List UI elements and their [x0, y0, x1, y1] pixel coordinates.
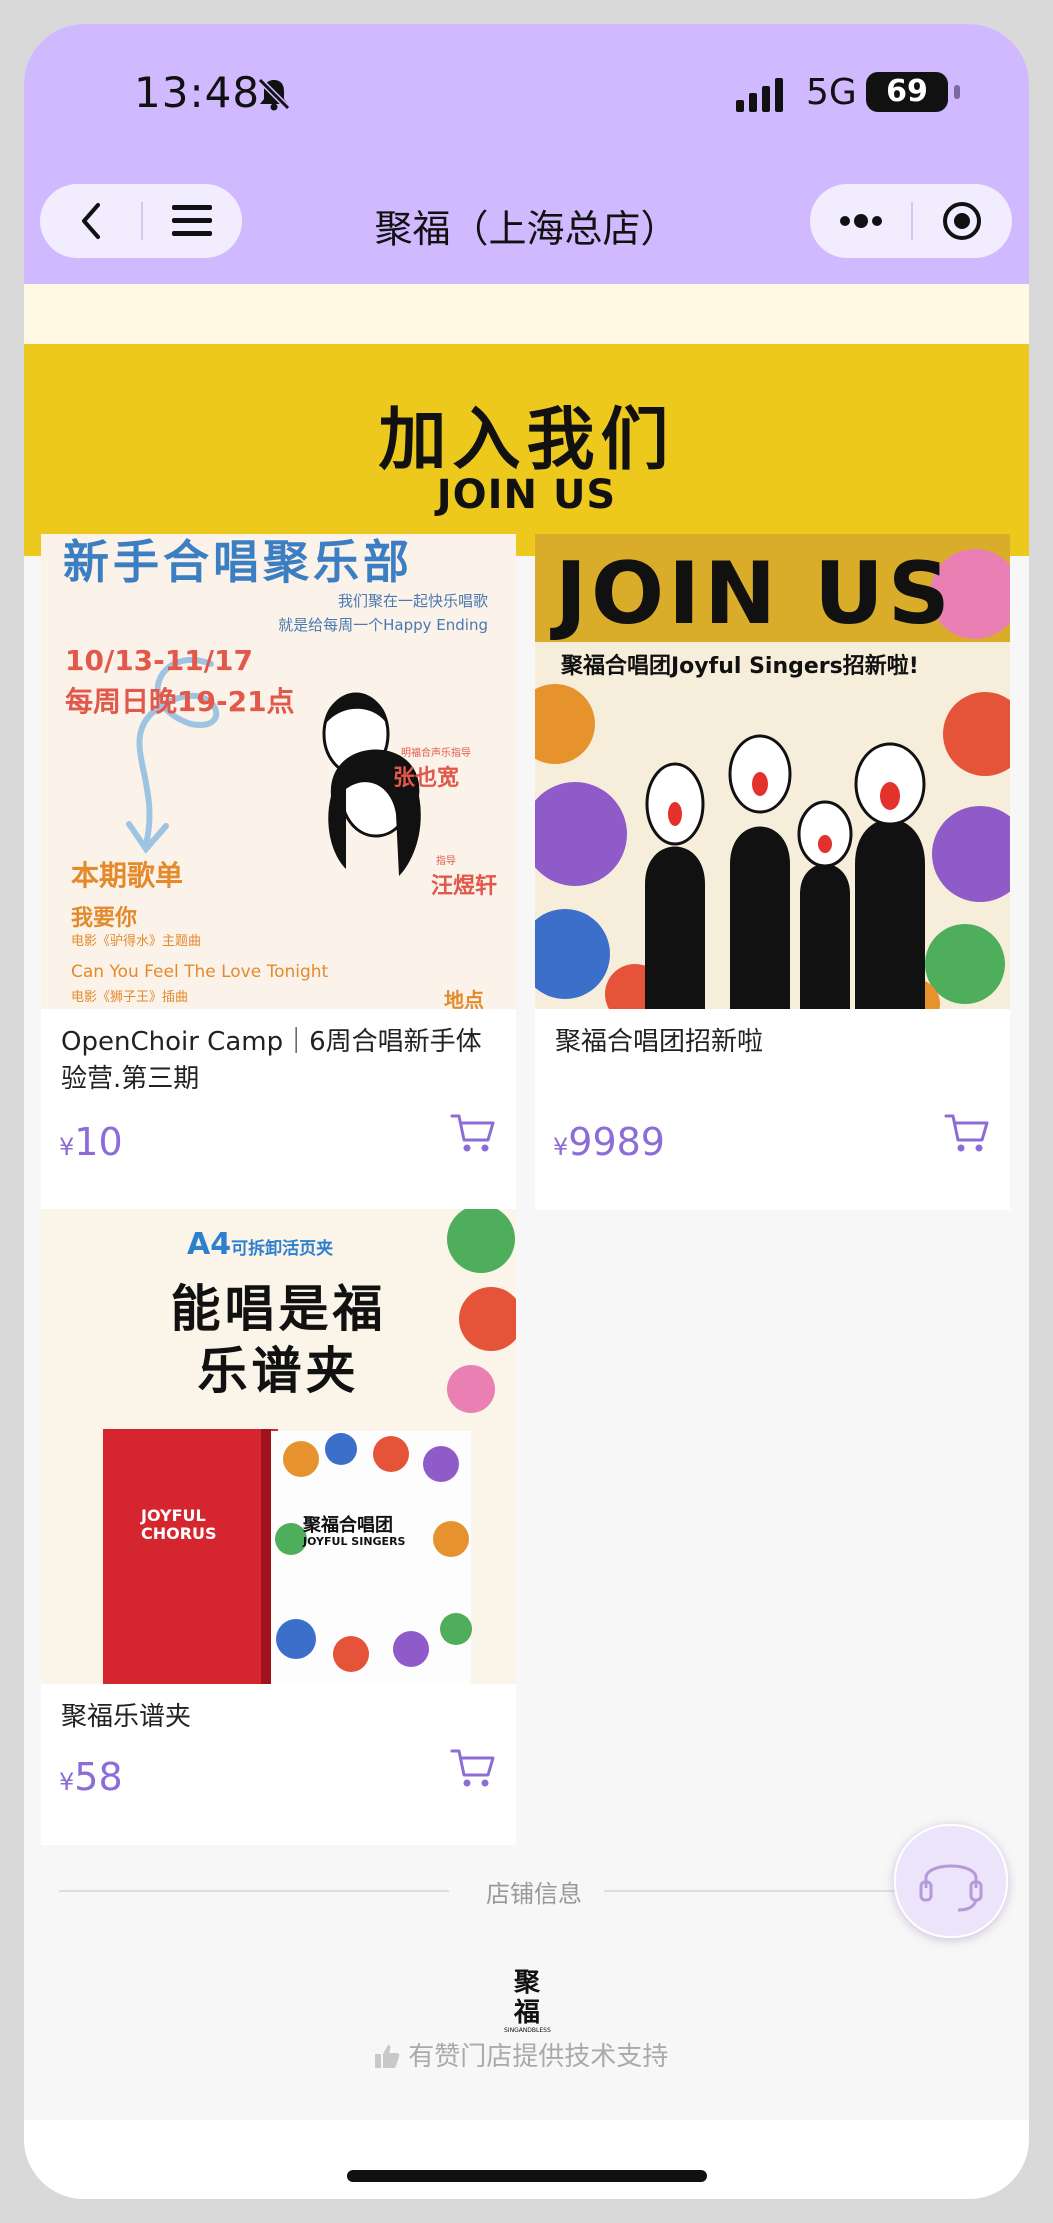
- product-price: ¥58: [59, 1755, 123, 1799]
- currency-symbol: ¥: [59, 1768, 75, 1796]
- hamburger-icon: [171, 205, 212, 236]
- folder-right-zh: 聚福合唱团: [303, 1515, 393, 1536]
- price-value: 10: [74, 1120, 123, 1164]
- currency-symbol: ¥: [553, 1133, 569, 1161]
- nav-capsule-right: [810, 184, 1012, 258]
- poster-person-2: 汪煜轩: [431, 874, 498, 899]
- cart-icon[interactable]: [450, 1112, 496, 1154]
- poster-heading: 新手合唱聚乐部: [63, 535, 413, 589]
- status-bar: 13:48 5G 69: [24, 24, 1029, 174]
- home-indicator[interactable]: [347, 2170, 707, 2182]
- banner-title-en: JOIN US: [436, 472, 617, 518]
- join-us-banner[interactable]: 加入我们 JOIN US: [24, 344, 1029, 556]
- product-card[interactable]: JOIN US 聚福合唱团Joyful Singers招新啦! 聚福合唱团招新啦…: [535, 534, 1010, 1210]
- poster-song-1: 我要你: [71, 906, 138, 931]
- headset-icon: [919, 1864, 983, 1912]
- menu-button[interactable]: [141, 184, 242, 258]
- folder-left-text: JOYFUL CHORUS: [141, 1506, 217, 1543]
- store-info-title[interactable]: 店铺信息: [464, 1874, 604, 1909]
- footer-divider-left: [59, 1890, 449, 1892]
- close-miniapp-button[interactable]: [911, 184, 1012, 258]
- product-image[interactable]: 新手合唱聚乐部 我们聚在一起快乐唱歌 就是给每周一个Happy Ending 1…: [41, 534, 516, 1009]
- back-button[interactable]: [40, 184, 141, 258]
- status-time: 13:48: [134, 68, 261, 117]
- battery-cap: [954, 85, 960, 99]
- thumbs-up-icon: [375, 2045, 400, 2068]
- poster-heading: JOIN US: [555, 544, 954, 644]
- poster-slogan-1: 我们聚在一起快乐唱歌: [337, 592, 488, 610]
- poster-dates: 10/13-11/17: [65, 644, 253, 677]
- poster-person-1: 张也宽: [393, 766, 460, 791]
- poster-subheading: 聚福合唱团Joyful Singers招新啦!: [561, 654, 919, 679]
- tech-support-text: 有赞门店提供技术支持: [374, 2036, 668, 2073]
- price-value: 58: [74, 1755, 123, 1799]
- battery-icon: 69: [866, 72, 960, 112]
- poster-person-2-role: 指导: [436, 856, 456, 867]
- poster-tag-size: A4: [187, 1227, 232, 1262]
- nav-bar: 聚福（上海总店）: [24, 174, 1029, 284]
- page-title: 聚福（上海总店）: [374, 207, 679, 251]
- poster-line-2: 乐谱夹: [197, 1342, 360, 1400]
- product-price: ¥9989: [553, 1120, 665, 1164]
- banner-title-zh: 加入我们: [378, 401, 675, 480]
- store-logo: 聚福 SINGANDBLESS: [504, 1968, 551, 2034]
- poster-time: 每周日晚19-21点: [65, 685, 295, 718]
- battery-level: 69: [886, 74, 928, 109]
- poster-song-2-note: 电影《狮子王》插曲: [71, 990, 189, 1005]
- logo-subtext: SINGANDBLESS: [504, 2027, 551, 2034]
- tech-support-label: 有赞门店提供技术支持: [408, 2042, 669, 2072]
- poster-tag: A4可拆卸活页夹: [187, 1227, 333, 1262]
- poster-tag-suffix: 可拆卸活页夹: [231, 1239, 334, 1259]
- poster-song-1-note: 电影《驴得水》主题曲: [71, 934, 202, 949]
- product-image[interactable]: JOIN US 聚福合唱团Joyful Singers招新啦!: [535, 534, 1010, 1009]
- folder-right-en: JOYFUL SINGERS: [303, 1535, 406, 1548]
- signal-icon: [736, 78, 783, 112]
- product-name[interactable]: 聚福合唱团招新啦: [555, 1024, 995, 1061]
- poster-song-2: Can You Feel The Love Tonight: [71, 962, 329, 982]
- footer-divider-right: [604, 1890, 904, 1892]
- poster-playlist-title: 本期歌单: [71, 859, 184, 892]
- product-card[interactable]: 新手合唱聚乐部 我们聚在一起快乐唱歌 就是给每周一个Happy Ending 1…: [41, 534, 516, 1210]
- target-circle-icon: [942, 202, 981, 240]
- more-button[interactable]: [810, 184, 911, 258]
- price-value: 9989: [568, 1120, 665, 1164]
- network-label: 5G: [806, 72, 857, 113]
- product-card[interactable]: A4可拆卸活页夹 能唱是福 乐谱夹 JOYFUL CHORUS 聚福合唱团 JO…: [41, 1209, 516, 1845]
- silent-bell-icon: [257, 77, 291, 111]
- product-price: ¥10: [59, 1120, 123, 1164]
- banner-top-strip: [24, 284, 1029, 344]
- phone-frame: 13:48 5G 69 聚福（上海总店） 加入我们 JOIN US 新手合唱聚乐…: [0, 0, 1053, 2223]
- product-image[interactable]: A4可拆卸活页夹 能唱是福 乐谱夹 JOYFUL CHORUS 聚福合唱团 JO…: [41, 1209, 516, 1684]
- poster-slogan-2: 就是给每周一个Happy Ending: [278, 616, 488, 634]
- poster-person-1-role: 明福合声乐指导: [401, 748, 471, 759]
- nav-capsule-left: [40, 184, 242, 258]
- cart-icon[interactable]: [944, 1112, 990, 1154]
- product-name[interactable]: OpenChoir Camp｜6周合唱新手体验营.第三期: [61, 1024, 501, 1098]
- more-dots-icon: [839, 214, 882, 228]
- cart-icon[interactable]: [450, 1747, 496, 1789]
- home-indicator-area: [24, 2120, 1029, 2199]
- product-name[interactable]: 聚福乐谱夹: [61, 1699, 501, 1736]
- poster-location: 地点: [444, 988, 484, 1009]
- logo-text: 聚福: [513, 1968, 540, 2028]
- customer-service-button[interactable]: [894, 1824, 1008, 1938]
- currency-symbol: ¥: [59, 1133, 75, 1161]
- chevron-left-icon: [81, 203, 100, 239]
- phone-screen: 13:48 5G 69 聚福（上海总店） 加入我们 JOIN US 新手合唱聚乐…: [24, 24, 1029, 2199]
